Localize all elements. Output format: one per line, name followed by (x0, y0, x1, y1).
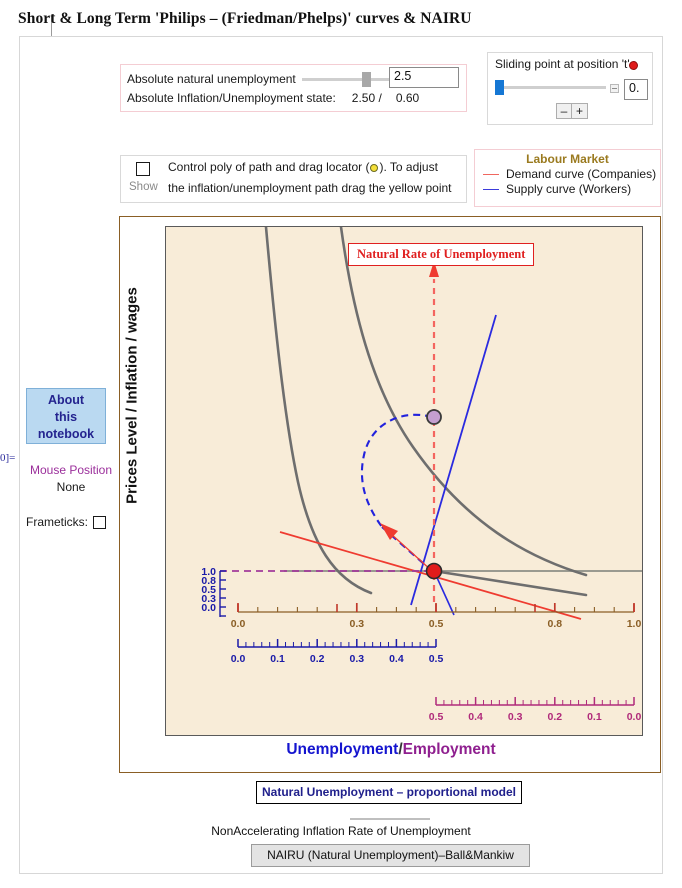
legend-title: Labour Market (526, 152, 609, 166)
control-poly-text-line1-before: Control poly of path and drag locator ( (168, 160, 370, 174)
slider-rail (495, 86, 606, 89)
slider-thumb[interactable] (362, 72, 372, 87)
x-magenta-tick-5: 0.0 (627, 711, 642, 723)
sliding-point-stepper: – + (556, 103, 588, 119)
natural-rate-annotation: Natural Rate of Unemployment (348, 243, 535, 266)
x-blue-tick-3: 0.3 (349, 653, 364, 665)
legend-item-supply: Supply curve (Workers) (483, 182, 660, 196)
cell-in-label: 0]= (0, 452, 16, 464)
x-axis-unemployment-blue: 0.0 0.1 0.2 0.3 0.4 0.5 (231, 639, 444, 665)
about-line-2: this (54, 410, 78, 424)
page-title: Short & Long Term 'Philips – (Friedman/P… (18, 10, 472, 27)
x-magenta-tick-2: 0.3 (508, 711, 523, 723)
x-axis-label: Unemployment/Employment (120, 741, 662, 759)
sliding-point-input[interactable]: 0. (624, 79, 648, 100)
legend-label-demand: Demand curve (Companies) (506, 167, 657, 181)
yellow-locator-icon (370, 164, 379, 172)
about-line-3: notebook (37, 427, 95, 441)
inflation-unemployment-state: Absolute Inflation/Unemployment state: 2.… (127, 91, 419, 105)
labour-market-legend: Labour Market Demand curve (Companies) S… (474, 149, 661, 207)
frameticks-control: Frameticks: (26, 515, 107, 529)
x-axis-label-employment: Employment (402, 741, 496, 758)
show-checkbox[interactable] (136, 162, 150, 176)
nairu-description: NonAccelerating Inflation Rate of Unempl… (211, 824, 471, 838)
x-brown-tick-0: 0.0 (231, 618, 246, 630)
slider-collapse-icon[interactable] (610, 84, 619, 93)
x-brown-tick-2: 0.5 (429, 618, 444, 630)
frameticks-checkbox[interactable] (93, 515, 107, 529)
inflation-unemployment-path (360, 413, 433, 528)
x-magenta-tick-3: 0.2 (547, 711, 562, 723)
x-magenta-tick-0: 0.5 (429, 711, 444, 723)
x-blue-tick-2: 0.2 (310, 653, 325, 665)
slider-thumb[interactable] (495, 80, 504, 95)
about-this-notebook-button[interactable]: About this notebook (26, 388, 106, 444)
x-blue-tick-4: 0.4 (389, 653, 404, 665)
mouse-position-label: Mouse Position (29, 463, 113, 477)
control-poly-text-line2: the inflation/unemployment path drag the… (168, 181, 452, 195)
control-poly-panel: Show Control poly of path and drag locat… (120, 155, 467, 203)
x-axis-employment-magenta: 0.5 0.4 0.3 0.2 0.1 0.0 (429, 697, 642, 723)
natural-unemployment-panel: Absolute natural unemployment 2.5 Absolu… (120, 64, 467, 112)
model-title-box: Natural Unemployment – proportional mode… (256, 781, 522, 804)
sliding-point-label: Sliding point at position 't' (495, 57, 630, 71)
x-magenta-tick-4: 0.1 (587, 711, 602, 723)
notebook-page: 0]= Short & Long Term 'Philips – (Friedm… (0, 0, 682, 888)
state-inflation-value: 2.50 / (351, 91, 382, 105)
plot-canvas[interactable]: 1.0 0.8 0.5 0.3 0.0 0.0 0.3 0.5 0.8 1.0 (165, 226, 643, 736)
mouse-position-value: None (56, 480, 86, 494)
frameticks-label: Frameticks: (26, 515, 89, 529)
state-label: Absolute Inflation/Unemployment state: (127, 91, 336, 105)
natural-unemployment-input[interactable]: 2.5 (389, 67, 459, 88)
nairu-button[interactable]: NAIRU (Natural Unemployment)–Ball&Mankiw (251, 844, 530, 867)
x-brown-tick-1: 0.3 (349, 618, 364, 630)
short-run-phillips-curve (264, 227, 373, 595)
control-poly-text-line1-after: ). To adjust (379, 160, 438, 174)
x-brown-tick-3: 0.8 (547, 618, 562, 630)
x-axis-label-unemployment: Unemployment (286, 741, 399, 758)
demand-curve-swatch-icon (483, 173, 499, 175)
sliding-point-slider[interactable] (495, 80, 606, 95)
x-axis-unemployment-brown: 0.0 0.3 0.5 0.8 1.0 (231, 603, 642, 630)
x-blue-tick-1: 0.1 (270, 653, 285, 665)
footer-divider (350, 818, 430, 820)
x-brown-tick-4: 1.0 (627, 618, 642, 630)
y-axis-label: Prices Level / Inflation / wages (123, 287, 141, 504)
y-axis: 1.0 0.8 0.5 0.3 0.0 (201, 566, 226, 617)
control-poly-text-line1: Control poly of path and drag locator ()… (168, 160, 438, 174)
red-point-icon (629, 61, 638, 70)
legend-item-demand: Demand curve (Companies) (483, 167, 660, 181)
decrement-button[interactable]: – (556, 103, 572, 119)
plot-svg: 1.0 0.8 0.5 0.3 0.0 0.0 0.3 0.5 0.8 1.0 (201, 227, 642, 723)
x-magenta-tick-1: 0.4 (468, 711, 483, 723)
long-run-phillips-curve (339, 227, 588, 577)
state-unemployment-value: 0.60 (395, 91, 420, 105)
y-tick-4: 0.0 (201, 602, 216, 614)
sliding-point-panel: Sliding point at position 't' 0. – + (487, 52, 653, 125)
show-checkbox-label: Show (129, 181, 158, 193)
phillips-curve-plot: Prices Level / Inflation / wages 1.0 0.8… (119, 216, 661, 773)
path-locator-point[interactable] (426, 409, 442, 425)
x-blue-tick-0: 0.0 (231, 653, 246, 665)
equilibrium-point[interactable] (425, 562, 443, 580)
supply-curve-swatch-icon (483, 188, 499, 190)
legend-label-supply: Supply curve (Workers) (506, 182, 632, 196)
increment-button[interactable]: + (572, 103, 588, 119)
about-line-1: About (47, 393, 85, 407)
natural-unemployment-label: Absolute natural unemployment (127, 72, 296, 86)
x-blue-tick-5: 0.5 (429, 653, 444, 665)
